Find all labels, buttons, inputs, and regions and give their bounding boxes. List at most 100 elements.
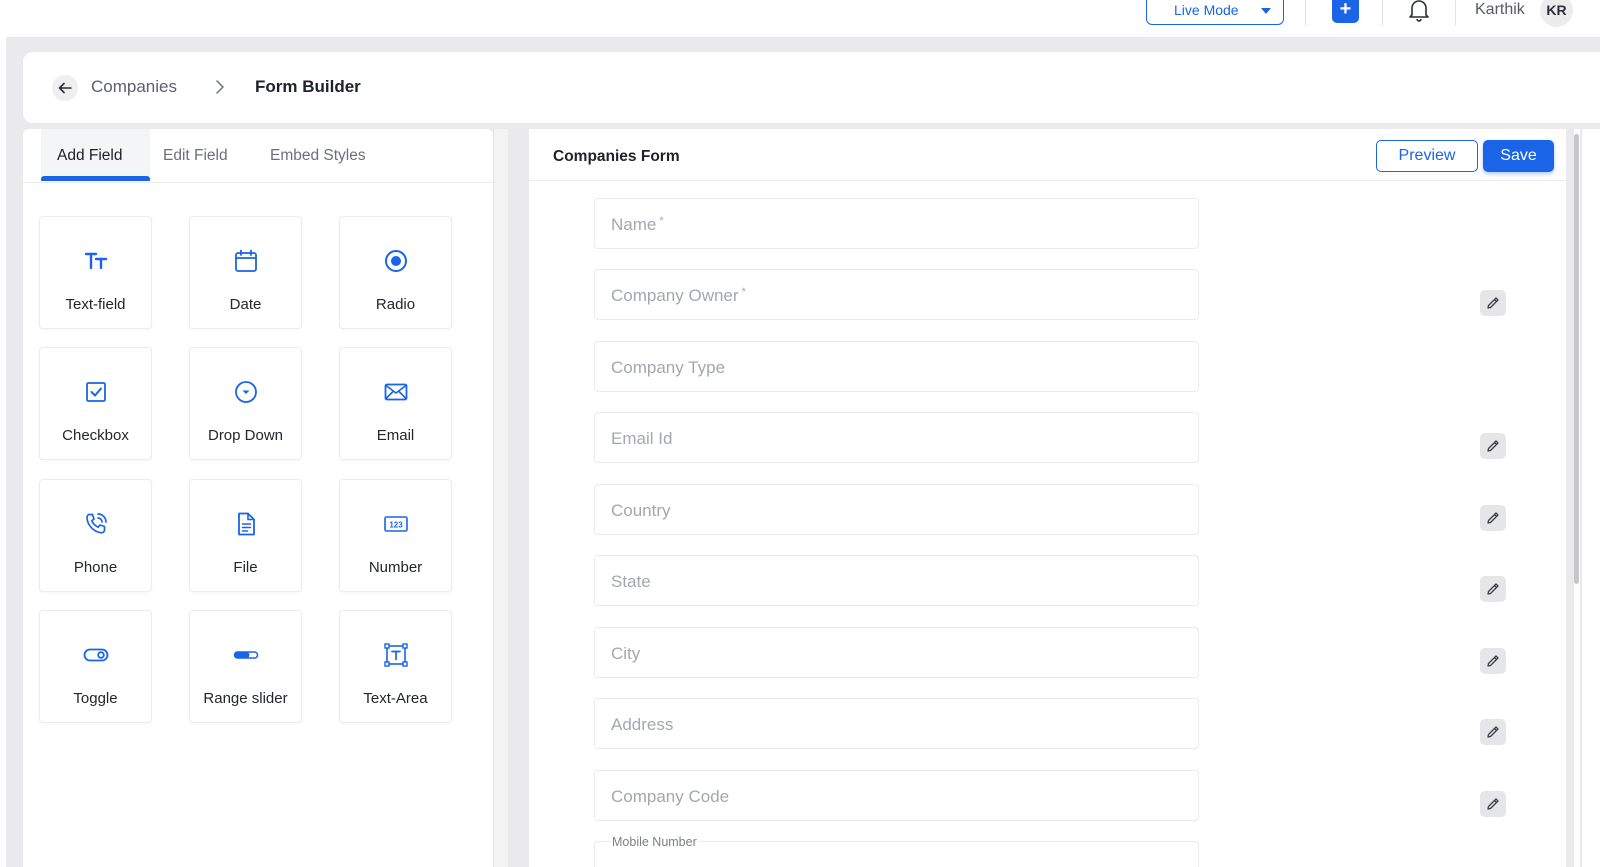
mode-label: Live Mode bbox=[1174, 1, 1239, 18]
palette-item-phone[interactable]: Phone bbox=[39, 479, 152, 592]
panel-divider bbox=[493, 129, 508, 867]
active-tab-indicator bbox=[41, 176, 150, 181]
page-title: Form Builder bbox=[255, 77, 361, 96]
pencil-icon bbox=[1487, 297, 1499, 309]
form-field-city[interactable]: City bbox=[594, 627, 1199, 678]
back-button[interactable] bbox=[52, 75, 78, 101]
caret-down-icon bbox=[1261, 8, 1271, 14]
avatar[interactable]: KR bbox=[1540, 0, 1573, 27]
palette-item-label: Checkbox bbox=[62, 427, 129, 444]
form-field-mobile-number[interactable]: Mobile Number bbox=[594, 835, 1199, 867]
edit-field-button[interactable] bbox=[1480, 648, 1506, 674]
breadcrumb-parent-link[interactable]: Companies bbox=[91, 77, 177, 97]
pencil-icon bbox=[1487, 583, 1499, 595]
divider bbox=[1455, 0, 1456, 26]
edit-field-button[interactable] bbox=[1480, 791, 1506, 817]
palette-tabs: Add Field Edit Field Embed Styles bbox=[23, 129, 493, 183]
pencil-icon bbox=[1487, 726, 1499, 738]
pencil-icon bbox=[1487, 512, 1499, 524]
bell-icon[interactable] bbox=[1406, 0, 1432, 22]
required-mark: * bbox=[741, 286, 746, 298]
palette-item-radio[interactable]: Radio bbox=[339, 216, 452, 329]
form-header: Companies Form Preview Save bbox=[529, 129, 1566, 181]
text-field-icon bbox=[84, 252, 108, 270]
divider bbox=[1305, 0, 1306, 26]
form-field-company-code[interactable]: Company Code bbox=[594, 770, 1199, 821]
palette-item-toggle[interactable]: Toggle bbox=[39, 610, 152, 723]
palette-item-number[interactable]: 123 Number bbox=[339, 479, 452, 592]
palette-item-label: Drop Down bbox=[207, 427, 284, 444]
palette-item-email[interactable]: Email bbox=[339, 347, 452, 460]
field-placeholder: City bbox=[611, 644, 641, 663]
palette-item-label: File bbox=[233, 559, 258, 576]
svg-text:123: 123 bbox=[389, 521, 403, 530]
form-field-email-id[interactable]: Email Id bbox=[594, 412, 1199, 463]
number-icon: 123 bbox=[384, 516, 408, 532]
form-field-name[interactable]: Name * bbox=[594, 198, 1199, 249]
divider bbox=[1382, 0, 1383, 26]
edit-field-button[interactable] bbox=[1480, 433, 1506, 459]
palette-item-label: Toggle bbox=[73, 690, 118, 707]
palette-item-text-area[interactable]: Text-Area bbox=[339, 610, 452, 723]
tab-add-field[interactable]: Add Field bbox=[57, 147, 122, 165]
palette-item-label: Email bbox=[376, 427, 415, 444]
form-field-address[interactable]: Address bbox=[594, 698, 1199, 749]
field-placeholder: Company Owner * bbox=[611, 286, 746, 305]
breadcrumb: Companies Form Builder bbox=[23, 52, 1600, 123]
text-area-icon bbox=[384, 643, 408, 667]
palette-item-label: Phone bbox=[73, 559, 118, 576]
field-placeholder: Address bbox=[611, 715, 674, 734]
palette-item-label: Text-Area bbox=[363, 690, 428, 707]
file-icon bbox=[238, 512, 255, 536]
palette-item-text-field[interactable]: Text-field bbox=[39, 216, 152, 329]
form-canvas-panel: Companies Form Preview Save Name * Compan… bbox=[529, 129, 1566, 867]
palette-item-label: Range slider bbox=[203, 690, 288, 707]
toggle-icon bbox=[83, 648, 109, 662]
field-palette-panel: Add Field Edit Field Embed Styles Text-f… bbox=[23, 129, 493, 867]
phone-icon bbox=[86, 513, 107, 534]
required-mark: * bbox=[659, 215, 664, 227]
field-placeholder: Name * bbox=[611, 215, 664, 234]
field-placeholder: Company Code bbox=[611, 787, 730, 806]
form-field-company-type[interactable]: Company Type bbox=[594, 341, 1199, 392]
calendar-icon bbox=[235, 249, 257, 272]
palette-item-label: Text-field bbox=[65, 296, 126, 313]
top-bar: Live Mode + Karthik KR bbox=[0, 0, 1600, 37]
palette-item-label: Radio bbox=[375, 296, 416, 313]
chevron-right-icon bbox=[216, 80, 224, 94]
palette-item-date[interactable]: Date bbox=[189, 216, 302, 329]
envelope-icon bbox=[384, 383, 408, 401]
arrow-left-icon bbox=[58, 82, 72, 94]
field-floating-label: Mobile Number bbox=[611, 835, 698, 849]
palette-item-range-slider[interactable]: Range slider bbox=[189, 610, 302, 723]
user-name[interactable]: Karthik bbox=[1475, 1, 1525, 19]
tab-embed-styles[interactable]: Embed Styles bbox=[270, 147, 366, 165]
palette-item-file[interactable]: File bbox=[189, 479, 302, 592]
pencil-icon bbox=[1487, 798, 1499, 810]
scrollbar-thumb[interactable] bbox=[1574, 134, 1579, 584]
edit-field-button[interactable] bbox=[1480, 505, 1506, 531]
field-placeholder: Email Id bbox=[611, 429, 673, 448]
right-strip bbox=[1582, 129, 1600, 867]
palette-item-label: Number bbox=[368, 559, 423, 576]
range-slider-icon bbox=[233, 651, 259, 659]
preview-button[interactable]: Preview bbox=[1376, 140, 1478, 172]
save-button[interactable]: Save bbox=[1483, 140, 1554, 172]
edit-field-button[interactable] bbox=[1480, 719, 1506, 745]
edit-field-button[interactable] bbox=[1480, 576, 1506, 602]
form-title: Companies Form bbox=[553, 148, 680, 165]
dropdown-icon bbox=[235, 381, 257, 403]
form-field-country[interactable]: Country bbox=[594, 484, 1199, 535]
field-placeholder: Country bbox=[611, 501, 671, 520]
palette-item-checkbox[interactable]: Checkbox bbox=[39, 347, 152, 460]
radio-icon bbox=[385, 250, 407, 272]
edit-field-button[interactable] bbox=[1480, 290, 1506, 316]
mode-dropdown[interactable]: Live Mode bbox=[1146, 0, 1284, 25]
form-field-company-owner[interactable]: Company Owner * bbox=[594, 269, 1199, 320]
create-button[interactable]: + bbox=[1332, 0, 1359, 23]
form-field-state[interactable]: State bbox=[594, 555, 1199, 606]
palette-item-label: Date bbox=[229, 296, 262, 313]
checkbox-icon bbox=[86, 382, 106, 402]
palette-item-drop-down[interactable]: Drop Down bbox=[189, 347, 302, 460]
tab-edit-field[interactable]: Edit Field bbox=[163, 147, 228, 165]
